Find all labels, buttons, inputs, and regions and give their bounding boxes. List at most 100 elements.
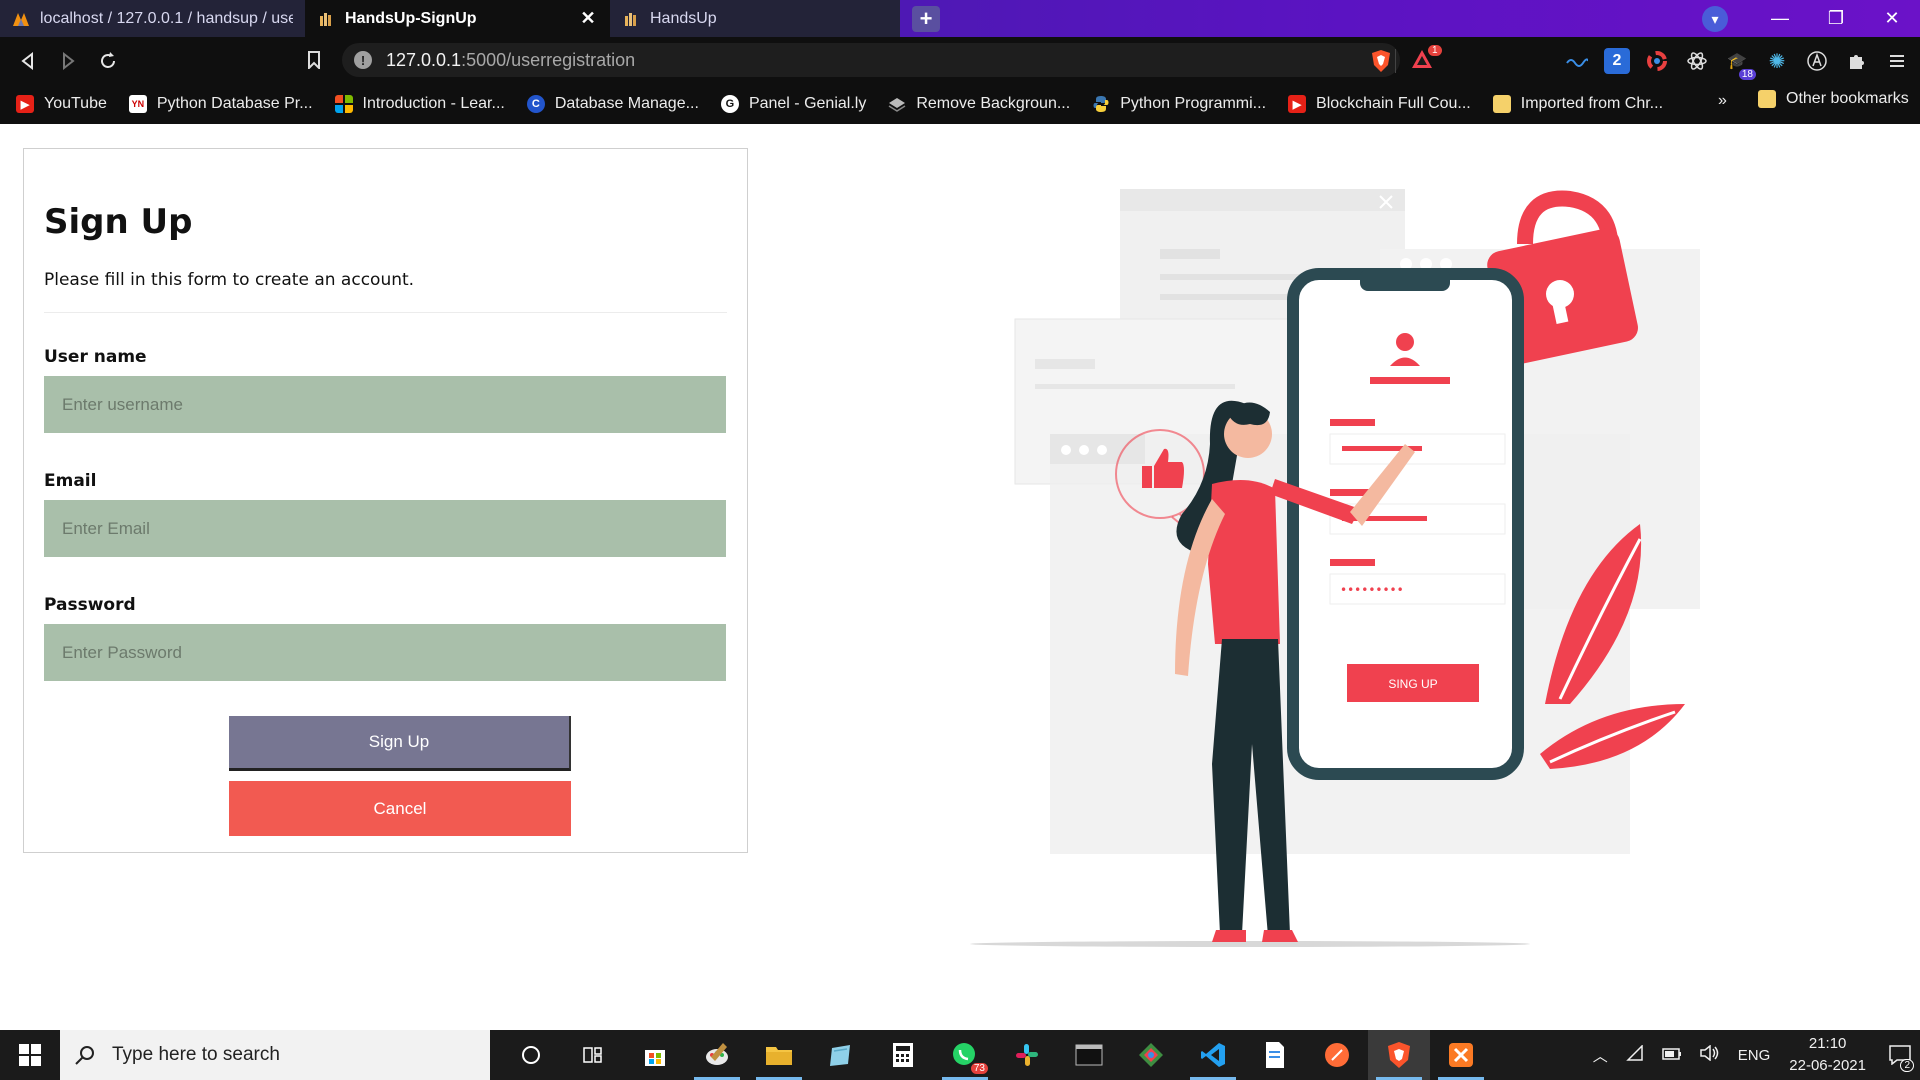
- menu-icon[interactable]: [1884, 48, 1910, 74]
- calculator-icon[interactable]: [872, 1030, 934, 1080]
- a-circle-icon[interactable]: [1804, 48, 1830, 74]
- reload-icon[interactable]: [88, 41, 128, 81]
- tab-phpmyadmin[interactable]: localhost / 127.0.0.1 / handsup / users: [0, 0, 305, 37]
- window-controls: — ❐ ✕: [1752, 0, 1920, 37]
- xampp-icon[interactable]: [1430, 1030, 1492, 1080]
- clock-date: 22-06-2021: [1789, 1057, 1866, 1074]
- document-editor-icon[interactable]: [1244, 1030, 1306, 1080]
- bookmark-label: Blockchain Full Cou...: [1316, 95, 1471, 112]
- tab-handsup-signup[interactable]: HandsUp-SignUp ✕: [305, 0, 610, 37]
- bookmark-item[interactable]: Remove Backgroun...: [888, 95, 1070, 113]
- cortana-icon[interactable]: [500, 1030, 562, 1080]
- task-view-icon[interactable]: [562, 1030, 624, 1080]
- wave-extension-icon[interactable]: [1564, 48, 1590, 74]
- restore-icon[interactable]: ❐: [1808, 0, 1864, 37]
- bookmark-label: Database Manage...: [554, 95, 699, 112]
- brave-browser-icon[interactable]: [1368, 1030, 1430, 1080]
- notification-center-icon[interactable]: 2: [1880, 1030, 1920, 1080]
- extension-badge: 18: [1738, 69, 1756, 80]
- folder-icon: [1758, 90, 1776, 108]
- browser-tab-strip: localhost / 127.0.0.1 / handsup / users …: [0, 0, 1920, 37]
- bookmark-item[interactable]: ▶ YouTube: [16, 95, 107, 113]
- python-icon: [1093, 96, 1109, 112]
- git-icon[interactable]: [1120, 1030, 1182, 1080]
- genially-icon: G: [720, 95, 739, 113]
- yn-icon: YN: [128, 95, 147, 113]
- gear-extension-icon[interactable]: ✺: [1764, 48, 1790, 74]
- notes-app-icon[interactable]: [810, 1030, 872, 1080]
- folder-icon: [1492, 95, 1511, 113]
- clock[interactable]: 21:10 22-06-2021: [1789, 1033, 1866, 1077]
- c-icon: C: [526, 95, 545, 113]
- username-label: User name: [44, 347, 147, 367]
- bookmark-label: Python Database Pr...: [156, 95, 313, 112]
- graduation-cap-icon[interactable]: 🎓 18: [1724, 48, 1756, 80]
- windows-start-icon[interactable]: [0, 1030, 60, 1080]
- divider: [44, 312, 727, 313]
- form-subtitle: Please fill in this form to create an ac…: [44, 270, 415, 290]
- url-host: 127.0.0.1: [386, 49, 462, 70]
- form-title: Sign Up: [44, 202, 193, 242]
- hands-icon: [625, 12, 636, 26]
- number-extension-icon[interactable]: 2: [1604, 48, 1630, 74]
- bookmark-label: Imported from Chr...: [1520, 95, 1664, 112]
- taskbar-search[interactable]: Type here to search: [60, 1030, 490, 1080]
- tab-label: localhost / 127.0.0.1 / handsup / users: [40, 9, 293, 27]
- bookmark-item[interactable]: ▶ Blockchain Full Cou...: [1288, 95, 1471, 113]
- cancel-button[interactable]: Cancel: [229, 781, 571, 836]
- email-input[interactable]: [44, 500, 726, 557]
- windows-taskbar: Type here to search 73 ︿ ENG 21:10 22-06…: [0, 1030, 1920, 1080]
- phone-signup-text: SING UP: [1388, 677, 1437, 691]
- address-bar[interactable]: ! 127.0.0.1:5000/userregistration: [342, 43, 1400, 77]
- close-tab-icon[interactable]: ✕: [578, 8, 598, 29]
- slack-icon[interactable]: [996, 1030, 1058, 1080]
- color-wheel-icon[interactable]: [1644, 48, 1670, 74]
- search-placeholder: Type here to search: [112, 1044, 280, 1065]
- microsoft-store-icon[interactable]: [624, 1030, 686, 1080]
- bookmark-item[interactable]: YN Python Database Pr...: [128, 95, 313, 113]
- brave-shield-icon[interactable]: [1370, 49, 1392, 73]
- other-bookmarks[interactable]: Other bookmarks: [1758, 90, 1909, 108]
- phpmyadmin-icon: [13, 12, 29, 26]
- network-icon[interactable]: [1625, 1044, 1644, 1065]
- postman-icon[interactable]: [1306, 1030, 1368, 1080]
- tab-handsup[interactable]: HandsUp: [610, 0, 900, 37]
- chevron-up-icon[interactable]: ︿: [1593, 1045, 1608, 1066]
- clock-time: 21:10: [1808, 1035, 1847, 1052]
- battery-icon[interactable]: [1662, 1047, 1682, 1064]
- close-window-icon[interactable]: ✕: [1864, 0, 1920, 37]
- signup-button[interactable]: Sign Up: [229, 716, 571, 771]
- bookmark-item[interactable]: Python Programmi...: [1092, 95, 1266, 113]
- atom-icon[interactable]: [1684, 48, 1710, 74]
- site-info-icon[interactable]: !: [354, 51, 372, 69]
- bookmark-item[interactable]: C Database Manage...: [526, 95, 699, 113]
- new-tab-button[interactable]: +: [912, 6, 940, 32]
- tab-label: HandsUp-SignUp: [345, 9, 477, 27]
- terminal-icon[interactable]: [1058, 1030, 1120, 1080]
- back-icon[interactable]: [8, 41, 48, 81]
- bookmark-label: Other bookmarks: [1786, 90, 1909, 107]
- bookmark-label: Panel - Genial.ly: [748, 95, 867, 112]
- bookmarks-bar: ▶ YouTube YN Python Database Pr... Intro…: [0, 84, 1920, 124]
- forward-icon[interactable]: [48, 41, 88, 81]
- file-explorer-icon[interactable]: [748, 1030, 810, 1080]
- password-input[interactable]: [44, 624, 726, 681]
- language-indicator[interactable]: ENG: [1738, 1047, 1771, 1064]
- volume-icon[interactable]: [1700, 1044, 1720, 1065]
- layers-icon: [888, 98, 906, 112]
- whatsapp-badge: 73: [970, 1063, 988, 1074]
- puzzle-icon[interactable]: [1844, 48, 1870, 74]
- youtube-icon: ▶: [1288, 95, 1307, 113]
- minimize-icon[interactable]: —: [1752, 0, 1808, 37]
- more-bookmarks-button[interactable]: »: [1718, 92, 1727, 110]
- username-input[interactable]: [44, 376, 726, 433]
- bookmark-item[interactable]: Imported from Chr...: [1492, 95, 1664, 113]
- password-dots: •••••••••: [1340, 583, 1404, 597]
- bookmark-icon[interactable]: [300, 45, 328, 75]
- bookmark-item[interactable]: G Panel - Genial.ly: [720, 95, 867, 113]
- vscode-icon[interactable]: [1182, 1030, 1244, 1080]
- paint-icon[interactable]: [686, 1030, 748, 1080]
- profile-chevron-icon[interactable]: ▾: [1702, 6, 1728, 32]
- whatsapp-icon[interactable]: 73: [934, 1030, 996, 1080]
- bookmark-item[interactable]: Introduction - Lear...: [334, 95, 505, 113]
